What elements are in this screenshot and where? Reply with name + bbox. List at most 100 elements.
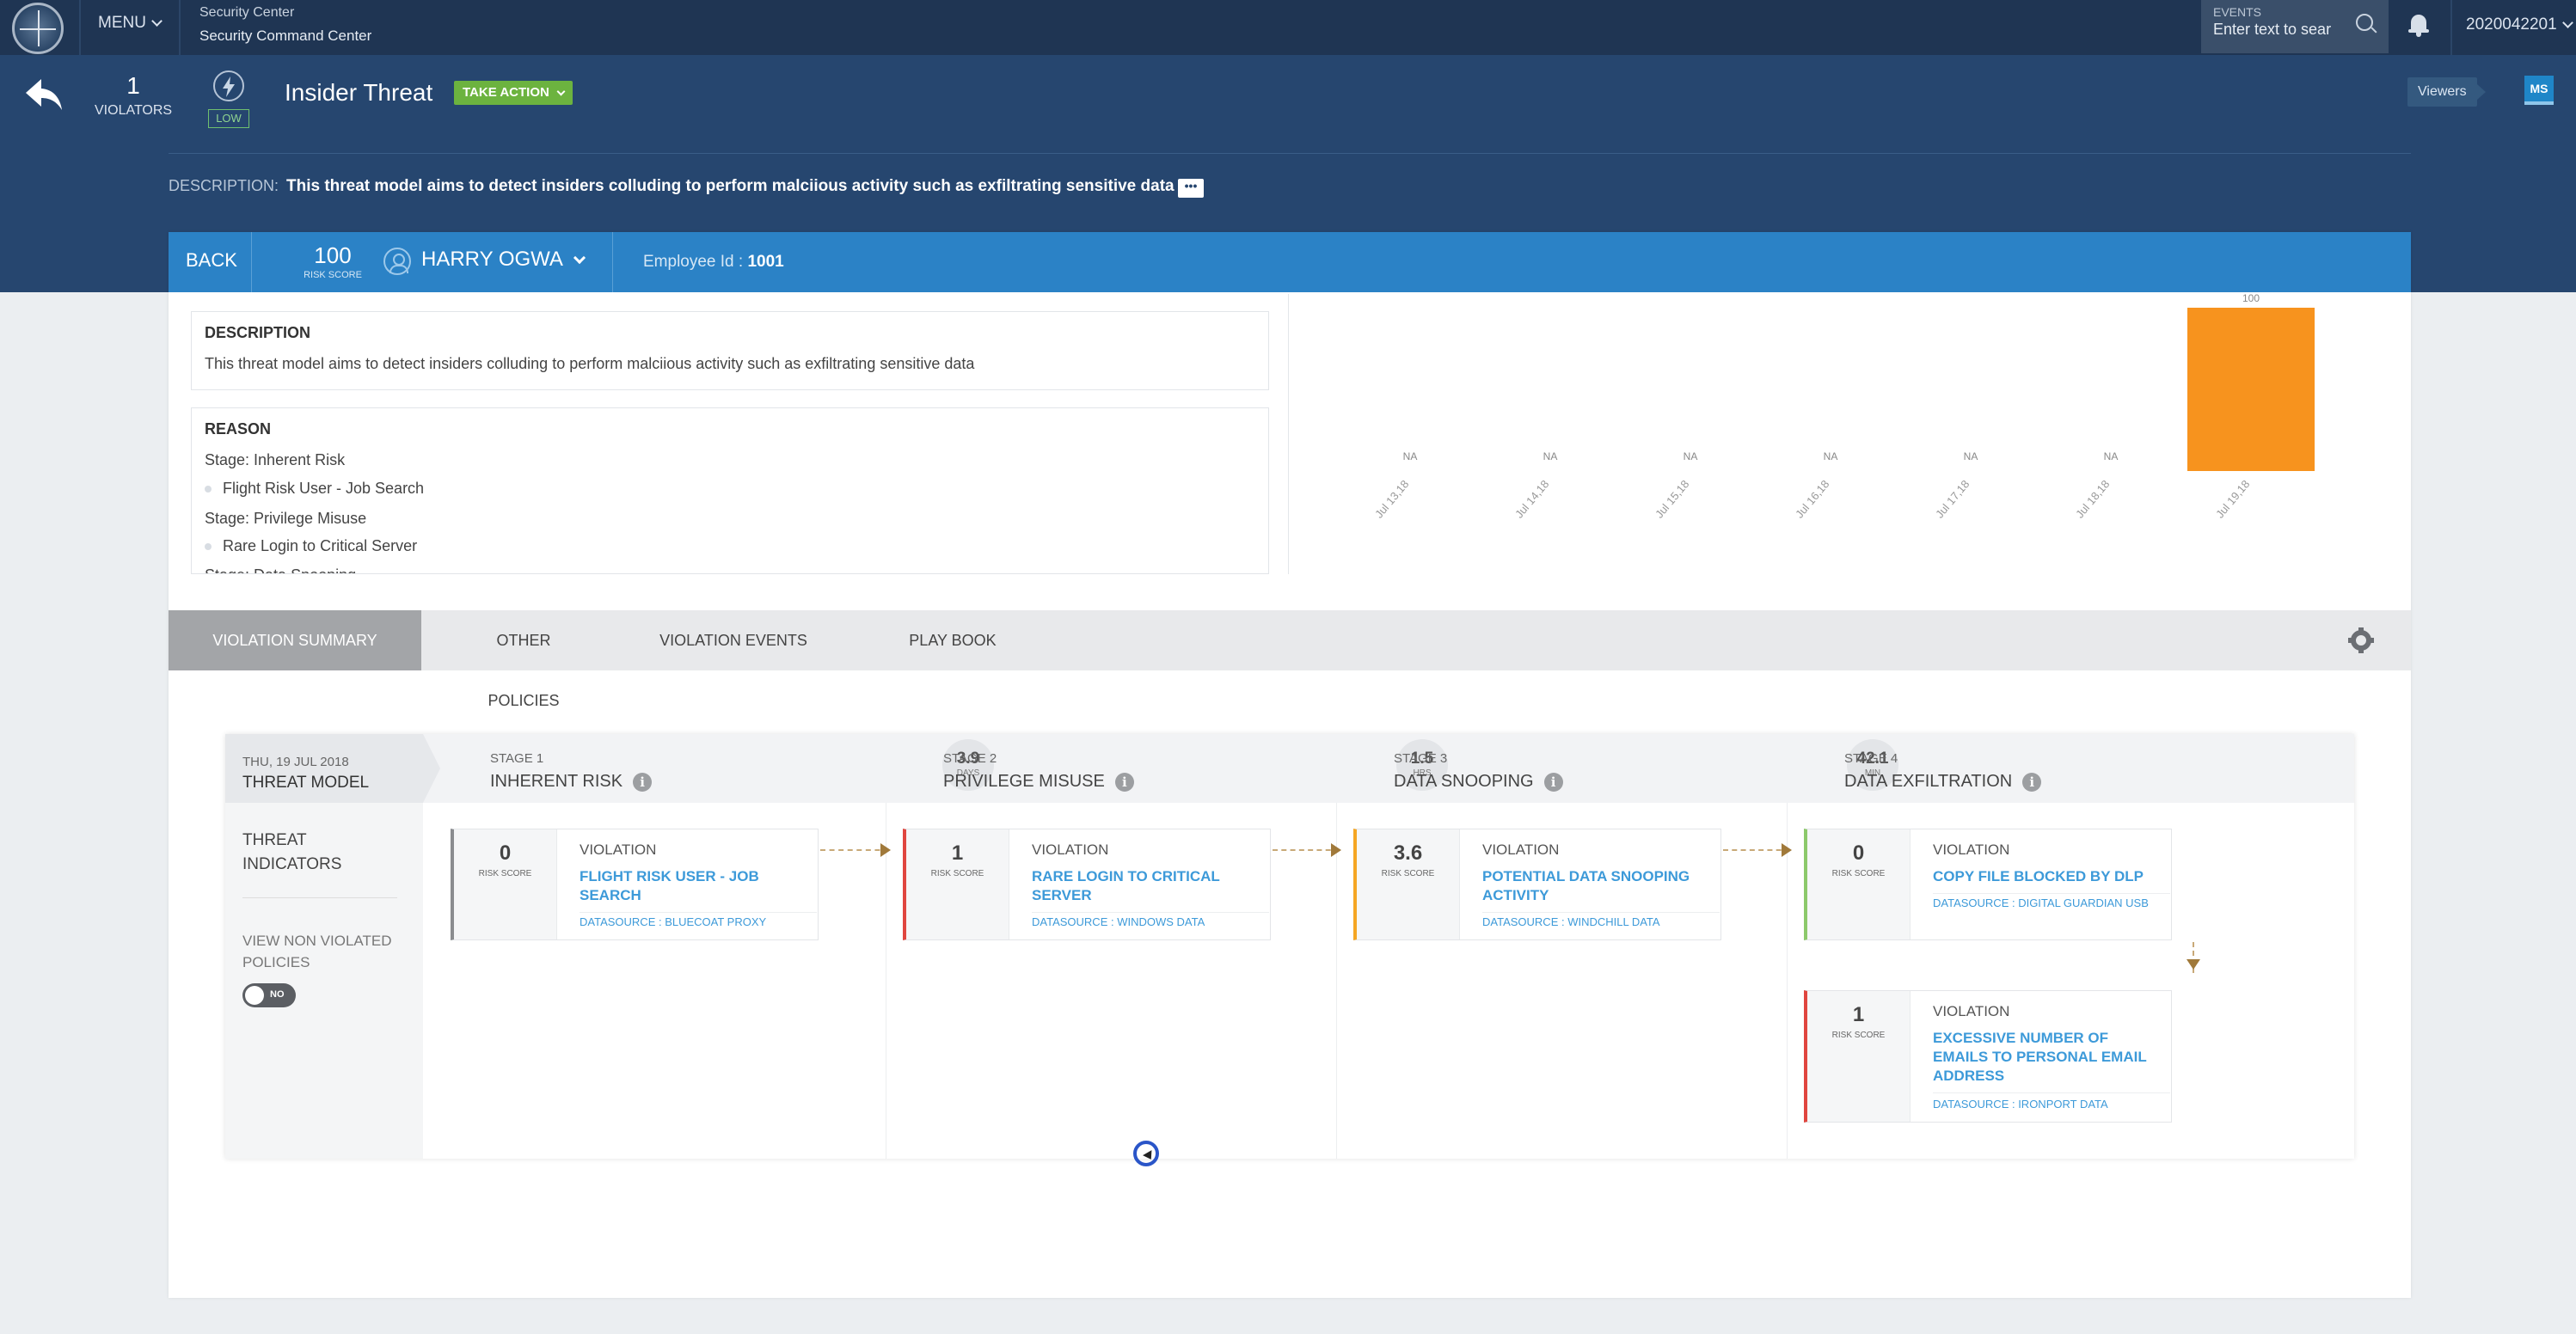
violation-datasource: DATASOURCE : DIGITAL GUARDIAN USB (1933, 896, 2149, 909)
tab-other-policies[interactable]: OTHER POLICIES (461, 610, 586, 709)
app-name: Security Center (199, 5, 295, 20)
risk-score-label: RISK SCORE (478, 869, 532, 878)
toggle-knob (245, 986, 264, 1005)
stage-name: INHERENT RISK i (490, 772, 653, 792)
gear-icon[interactable] (2348, 627, 2374, 653)
info-icon[interactable]: i (633, 772, 653, 792)
nav-divider (179, 0, 181, 55)
tab-play-book[interactable]: PLAY BOOK (901, 610, 1004, 670)
user-id: 2020042201 (2466, 15, 2557, 34)
violation-datasource: DATASOURCE : BLUECOAT PROXY (580, 915, 767, 928)
more-options-button[interactable]: ••• (1178, 179, 1204, 198)
flow-connector (1723, 849, 1790, 851)
violation-card[interactable]: 3.6 RISK SCORE VIOLATION POTENTIAL DATA … (1353, 829, 1721, 940)
severity-badge: LOW (208, 109, 249, 128)
violation-label: VIOLATION (1933, 1003, 2010, 1019)
chart-tick-label: Jul 19,18 (2213, 477, 2253, 521)
view-non-violated-toggle[interactable]: NO (242, 983, 296, 1007)
violation-card[interactable]: 1 RISK SCORE VIOLATION EXCESSIVE NUMBER … (1804, 990, 2172, 1123)
bell-icon[interactable] (2408, 12, 2429, 38)
risk-score-value: 1 (1852, 1003, 1865, 1026)
chart-tick-label: Jul 18,18 (2073, 477, 2113, 521)
divider (242, 897, 397, 898)
risk-score-label: RISK SCORE (304, 270, 362, 280)
employee-id: Employee Id : 1001 (643, 253, 784, 272)
violation-label: VIOLATION (1933, 841, 2010, 858)
take-action-button[interactable]: TAKE ACTION (454, 81, 573, 105)
chart-bar[interactable] (2187, 308, 2315, 471)
violators-count: 1 (126, 72, 140, 99)
violation-card[interactable]: 0 RISK SCORE VIOLATION FLIGHT RISK USER … (451, 829, 819, 940)
chart-tick-label: Jul 14,18 (1512, 477, 1552, 521)
violation-title-link[interactable]: COPY FILE BLOCKED BY DLP (1933, 867, 2165, 886)
events-search-input[interactable] (2213, 21, 2342, 39)
description-text: This threat model aims to detect insider… (286, 177, 1175, 195)
tab-violation-summary[interactable]: VIOLATION SUMMARY (169, 610, 421, 670)
risk-score-label: RISK SCORE (1381, 869, 1435, 878)
violation-title-link[interactable]: POTENTIAL DATA SNOOPING ACTIVITY (1482, 867, 1714, 905)
arrow-down-icon (2187, 959, 2200, 970)
reason-panel[interactable]: REASON Stage: Inherent Risk Flight Risk … (191, 407, 1269, 574)
threat-indicators-title: THREAT INDICATORS (242, 831, 342, 873)
chart-data-label: NA (1683, 450, 1698, 462)
stage-name-label: DATA SNOOPING (1394, 772, 1534, 791)
threat-indicators-column: THREAT INDICATORS VIEW NON VIOLATED POLI… (225, 803, 423, 1159)
risk-score-value: 0 (1852, 841, 1865, 865)
violation-title-link[interactable]: RARE LOGIN TO CRITICAL SERVER (1032, 867, 1264, 905)
chevron-down-icon (573, 251, 586, 264)
violation-card[interactable]: 0 RISK SCORE VIOLATION COPY FILE BLOCKED… (1804, 829, 2172, 940)
loading-cursor-icon (1133, 1141, 1159, 1166)
threat-model-flow: THU, 19 JUL 2018 THREAT MODEL STAGE 1 IN… (225, 734, 2354, 1159)
threat-model-date: THU, 19 JUL 2018 (242, 755, 349, 769)
nav-divider (79, 0, 81, 55)
app-logo-icon[interactable] (12, 3, 64, 54)
top-nav: MENU Security Center Security Command Ce… (0, 0, 2576, 55)
flow-connector (820, 849, 889, 851)
violation-label: VIOLATION (1482, 841, 1560, 858)
user-bar-divider (612, 232, 613, 292)
info-icon[interactable]: i (1543, 772, 1563, 792)
bullet-icon (205, 543, 212, 550)
reason-item: Flight Risk User - Job Search (223, 480, 425, 497)
user-menu[interactable]: 2020042201 (2466, 15, 2573, 34)
violation-title-link[interactable]: FLIGHT RISK USER - JOB SEARCH (580, 867, 812, 905)
description-panel: DESCRIPTION This threat model aims to de… (191, 311, 1269, 390)
chart-data-label: NA (1402, 450, 1418, 462)
arrow-right-icon (880, 843, 891, 857)
avatar[interactable]: MS (2524, 76, 2554, 105)
stage-name-label: PRIVILEGE MISUSE (943, 772, 1105, 791)
violation-card[interactable]: 1 RISK SCORE VIOLATION RARE LOGIN TO CRI… (903, 829, 1271, 940)
info-icon[interactable]: i (2022, 772, 2042, 792)
chart-tick-label: Jul 15,18 (1653, 477, 1692, 521)
viewers-button[interactable]: Viewers (2407, 77, 2486, 107)
back-button[interactable]: BACK (186, 249, 237, 272)
nav-divider (2450, 0, 2452, 55)
events-search: EVENTS (2201, 0, 2389, 53)
stage-number: STAGE 1 (490, 751, 544, 766)
lightning-icon (213, 70, 244, 101)
threat-title: Insider Threat (285, 79, 433, 106)
arrow-right-icon (1782, 843, 1792, 857)
chart-tick-label: Jul 17,18 (1933, 477, 1972, 521)
violation-title-link[interactable]: EXCESSIVE NUMBER OF EMAILS TO PERSONAL E… (1933, 1029, 2165, 1086)
user-selector[interactable]: HARRY OGWA (421, 248, 586, 272)
reason-stage: Stage: Data Snooping (205, 566, 356, 573)
info-icon[interactable]: i (1114, 772, 1134, 792)
stage-number: STAGE 2 (943, 751, 997, 766)
bullet-icon (205, 486, 212, 493)
stage-name-label: DATA EXFILTRATION (1844, 772, 2013, 791)
view-non-violated-label: VIEW NON VIOLATED POLICIES (242, 933, 392, 970)
stage-name: DATA EXFILTRATION i (1844, 772, 2042, 792)
stage-number: STAGE 3 (1394, 751, 1448, 766)
risk-score-label: RISK SCORE (1831, 869, 1886, 878)
tab-violation-events[interactable]: VIOLATION EVENTS (655, 610, 812, 670)
divider (580, 912, 817, 913)
violation-datasource: DATASOURCE : WINDCHILL DATA (1482, 915, 1660, 928)
description-panel-text: This threat model aims to detect insider… (205, 355, 975, 372)
search-icon[interactable] (2356, 14, 2373, 31)
chart-data-label: 100 (2242, 292, 2260, 304)
back-arrow-icon[interactable] (24, 77, 64, 112)
menu-button[interactable]: MENU (98, 14, 163, 33)
risk-score-label: RISK SCORE (1831, 1031, 1886, 1040)
violation-risk-score: 3.6 RISK SCORE (1357, 829, 1460, 939)
